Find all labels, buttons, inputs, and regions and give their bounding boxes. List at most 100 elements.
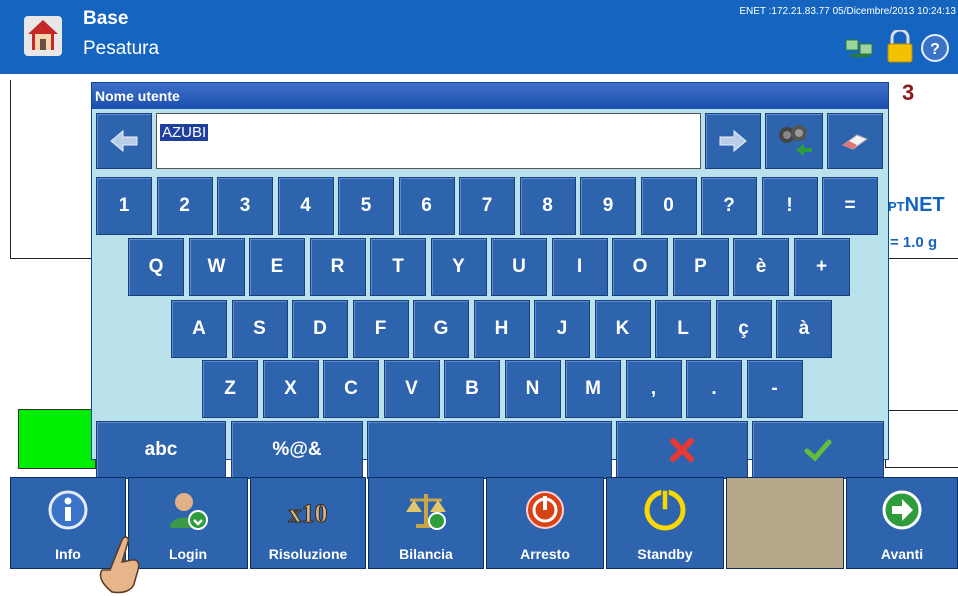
net-mode-label: PTNET bbox=[888, 194, 945, 217]
network-icon bbox=[845, 39, 873, 57]
key-r1-1[interactable]: 2 bbox=[156, 177, 213, 235]
checkmark-icon bbox=[804, 439, 832, 462]
key-r1-10[interactable]: ? bbox=[701, 177, 757, 235]
softkey-label: Avanti bbox=[880, 546, 924, 562]
username-input[interactable]: AZUBI bbox=[156, 113, 701, 169]
softkey-label: Arresto bbox=[520, 546, 570, 562]
risoluzione-button[interactable]: x10 Risoluzione bbox=[250, 477, 366, 569]
key-r3-3[interactable]: F bbox=[352, 300, 409, 358]
shutdown-icon bbox=[526, 491, 564, 529]
clear-button[interactable] bbox=[827, 113, 883, 169]
arrow-right-icon bbox=[719, 129, 747, 153]
confirm-button[interactable] bbox=[752, 421, 884, 479]
key-r1-0[interactable]: 1 bbox=[96, 177, 152, 235]
login-user-icon bbox=[170, 493, 208, 530]
lock-icon[interactable] bbox=[887, 30, 913, 63]
dialog-title-bar: Nome utente bbox=[92, 83, 888, 109]
key-r2-7[interactable]: I bbox=[551, 238, 608, 296]
key-r2-0[interactable]: Q bbox=[128, 238, 184, 296]
key-r1-4[interactable]: 5 bbox=[338, 177, 394, 235]
bilancia-button[interactable]: Bilancia bbox=[368, 477, 484, 569]
key-r1-3[interactable]: 4 bbox=[277, 177, 334, 235]
key-r1-7[interactable]: 8 bbox=[519, 177, 576, 235]
info-icon bbox=[48, 490, 88, 530]
softkey-label: Risoluzione bbox=[268, 546, 348, 562]
key-r4-4[interactable]: B bbox=[444, 360, 500, 418]
key-r4-7[interactable]: , bbox=[625, 360, 682, 418]
softkey-label: Standby bbox=[637, 546, 693, 562]
key-r3-4[interactable]: G bbox=[413, 300, 469, 358]
key-r1-12[interactable]: = bbox=[822, 177, 878, 235]
arresto-button[interactable]: Arresto bbox=[486, 477, 604, 569]
key-r1-8[interactable]: 9 bbox=[580, 177, 636, 235]
page-subtitle: Pesatura bbox=[83, 38, 160, 59]
x10-icon: x10 bbox=[288, 499, 328, 529]
key-r4-8[interactable]: . bbox=[686, 360, 742, 418]
key-r4-5[interactable]: N bbox=[504, 360, 561, 418]
key-r1-9[interactable]: 0 bbox=[640, 177, 697, 235]
key-r3-8[interactable]: L bbox=[655, 300, 711, 358]
key-r4-2[interactable]: C bbox=[323, 360, 379, 418]
forward-arrow-icon bbox=[882, 490, 922, 530]
user-search-button[interactable] bbox=[765, 113, 823, 169]
abc-mode-button[interactable]: abc bbox=[96, 421, 226, 479]
net-prefix: PT bbox=[888, 199, 905, 214]
key-r2-5[interactable]: Y bbox=[430, 238, 487, 296]
touch-hand-icon bbox=[99, 536, 140, 594]
key-r4-3[interactable]: V bbox=[383, 360, 440, 418]
red-x-icon bbox=[670, 438, 694, 462]
key-r2-10[interactable]: è bbox=[733, 238, 789, 296]
cursor-right-button[interactable] bbox=[705, 113, 761, 169]
cancel-button[interactable] bbox=[616, 421, 748, 479]
key-r2-6[interactable]: U bbox=[491, 238, 547, 296]
key-r1-2[interactable]: 3 bbox=[217, 177, 273, 235]
svg-text:x10: x10 bbox=[289, 499, 328, 528]
empty-softkey bbox=[726, 477, 844, 569]
key-r4-9[interactable]: - bbox=[746, 360, 803, 418]
softkey-bar: Info Login x10 Risoluzione Bilancia Arresto St… bbox=[10, 477, 958, 569]
arrow-left-icon bbox=[110, 129, 138, 153]
key-r2-2[interactable]: E bbox=[249, 238, 305, 296]
dialog-title: Nome utente bbox=[95, 88, 180, 104]
status-indicator bbox=[18, 409, 96, 469]
key-r3-7[interactable]: K bbox=[594, 300, 651, 358]
key-r2-3[interactable]: R bbox=[309, 238, 366, 296]
key-r1-6[interactable]: 7 bbox=[459, 177, 515, 235]
help-icon[interactable]: ? bbox=[921, 34, 949, 62]
key-r3-6[interactable]: J bbox=[534, 300, 590, 358]
scale-icon bbox=[406, 494, 446, 530]
binoculars-icon bbox=[779, 125, 812, 156]
net-label: NET bbox=[904, 194, 945, 216]
username-value: AZUBI bbox=[160, 124, 209, 141]
softkey-label: Bilancia bbox=[399, 546, 453, 562]
svg-text:?: ? bbox=[930, 41, 940, 58]
cursor-left-button[interactable] bbox=[96, 113, 152, 169]
page-title: Base bbox=[83, 8, 129, 29]
key-r3-1[interactable]: S bbox=[231, 300, 288, 358]
key-r2-4[interactable]: T bbox=[370, 238, 426, 296]
header-bar: Base Pesatura ENET :172.21.83.77 05/Dice… bbox=[0, 0, 958, 74]
key-r4-1[interactable]: X bbox=[262, 360, 319, 418]
key-r3-2[interactable]: D bbox=[292, 300, 348, 358]
home-icon[interactable] bbox=[22, 14, 64, 58]
key-r3-10[interactable]: à bbox=[776, 300, 832, 358]
username-dialog: Nome utente AZUBI abc %@& 1 2 3 4 5 6 7 8 9 0?! = Q… bbox=[91, 82, 889, 479]
key-r4-6[interactable]: M bbox=[565, 360, 621, 418]
increment-label: = 1.0 g bbox=[890, 234, 938, 251]
standby-icon bbox=[644, 489, 686, 531]
key-r2-11[interactable]: + bbox=[793, 238, 850, 296]
key-r3-0[interactable]: A bbox=[171, 300, 227, 358]
key-r1-11[interactable]: ! bbox=[761, 177, 818, 235]
key-r2-8[interactable]: O bbox=[612, 238, 668, 296]
standby-button[interactable]: Standby bbox=[606, 477, 724, 569]
key-r4-0[interactable]: Z bbox=[202, 360, 258, 418]
key-r3-5[interactable]: H bbox=[473, 300, 530, 358]
key-r2-9[interactable]: P bbox=[672, 238, 729, 296]
key-r3-9[interactable]: ç bbox=[715, 300, 772, 358]
space-key[interactable] bbox=[367, 421, 612, 479]
key-r1-5[interactable]: 6 bbox=[398, 177, 455, 235]
status-icons: ? bbox=[845, 30, 949, 63]
symbol-mode-button[interactable]: %@& bbox=[231, 421, 363, 479]
key-r2-1[interactable]: W bbox=[188, 238, 245, 296]
avanti-button[interactable]: Avanti bbox=[846, 477, 958, 569]
